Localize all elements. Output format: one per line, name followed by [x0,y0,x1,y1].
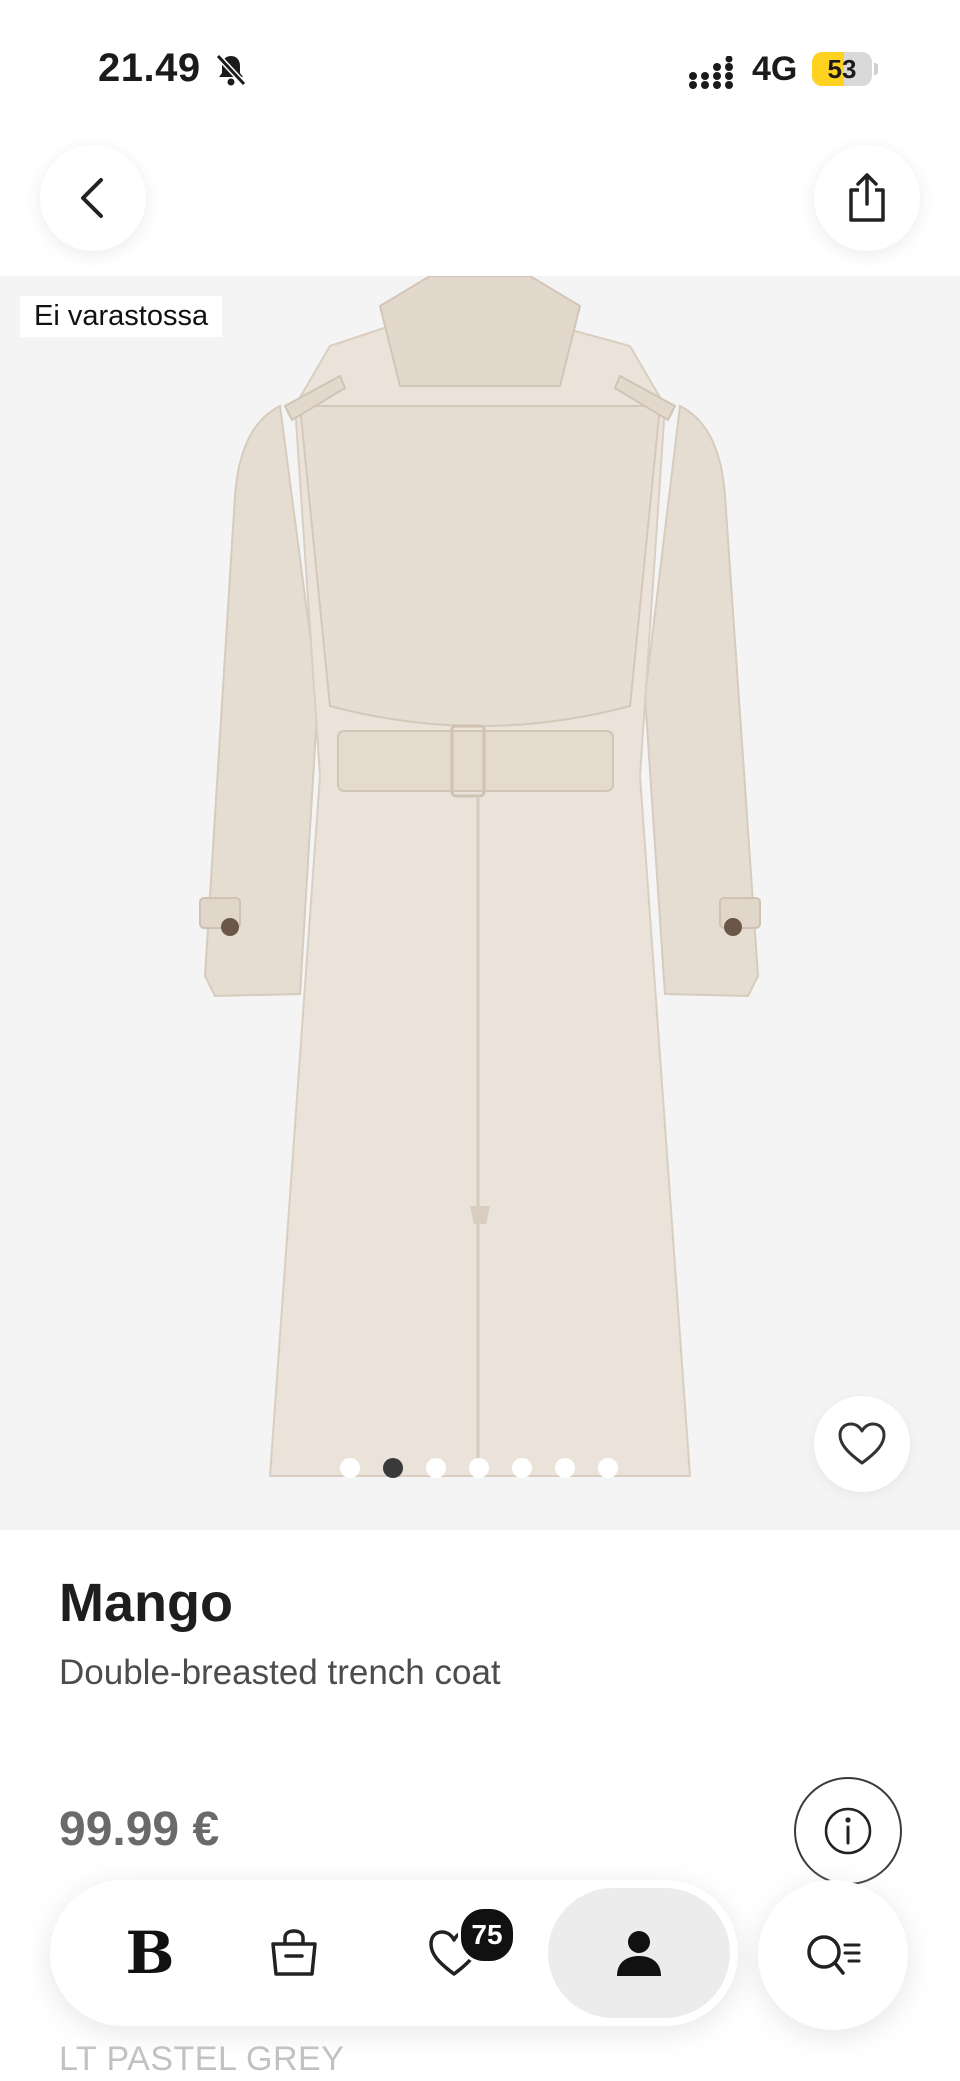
share-icon [849,173,885,222]
shopping-bag-icon [271,1929,317,1976]
info-icon [824,1807,872,1855]
chevron-left-icon [81,178,103,218]
brand-logo: B [125,1919,175,1987]
product-name: Double-breasted trench coat [59,1653,501,1692]
bell-slash-icon [215,53,247,87]
pagination-dot[interactable] [598,1458,618,1478]
wishlist-count-badge: 75 [458,1906,516,1964]
product-image-gallery[interactable]: Ei varastossa [0,276,960,1530]
pagination-dot[interactable] [340,1458,360,1478]
image-pagination[interactable] [340,1458,618,1478]
product-brand[interactable]: Mango [59,1572,233,1634]
heart-icon [838,1422,886,1465]
nav-profile[interactable] [548,1888,730,2018]
signal-icon [689,56,733,89]
network-type: 4G [752,50,798,88]
nav-wishlist[interactable]: 75 [384,1880,524,2026]
back-button[interactable] [40,145,146,251]
product-price: 99.99 € [59,1803,220,1856]
bottom-navigation: B 75 [50,1880,738,2026]
pagination-dot[interactable] [426,1458,446,1478]
search-button[interactable] [758,1880,908,2030]
search-filter-icon [807,1935,861,1975]
pagination-dot[interactable] [383,1458,403,1478]
stock-status-badge: Ei varastossa [20,296,223,337]
pagination-dot[interactable] [555,1458,575,1478]
status-bar: 21.49 4G 53 [0,0,960,140]
pagination-dot[interactable] [469,1458,489,1478]
nav-bag[interactable] [224,1880,364,2026]
product-image [199,276,761,1477]
status-time: 21.49 [98,46,201,90]
battery-indicator: 53 [812,52,878,86]
battery-level: 53 [827,54,857,84]
favorite-button[interactable] [814,1396,910,1492]
pagination-dot[interactable] [512,1458,532,1478]
nav-home[interactable]: B [80,1880,220,2026]
person-icon [617,1931,661,1976]
share-button[interactable] [814,145,920,251]
